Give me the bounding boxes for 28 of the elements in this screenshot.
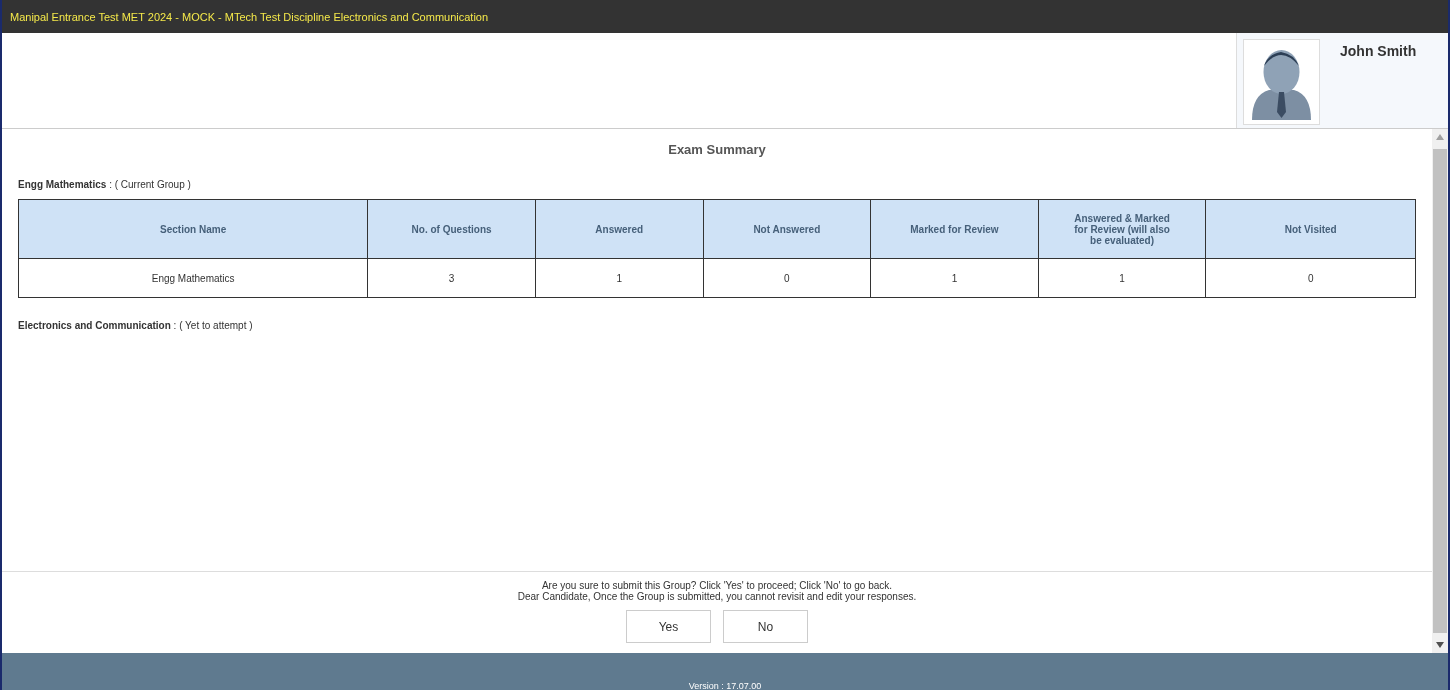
column-header: Section Name: [18, 199, 368, 259]
scroll-down-icon[interactable]: [1436, 642, 1444, 648]
table-cell: 0: [703, 258, 871, 298]
column-header: Not Answered: [703, 199, 871, 259]
table-cell: 3: [367, 258, 536, 298]
scrollbar-thumb[interactable]: [1433, 149, 1447, 633]
column-header: Not Visited: [1205, 199, 1416, 259]
column-header: Marked for Review: [870, 199, 1039, 259]
confirm-button[interactable]: Yes: [626, 610, 711, 643]
column-header: Answered: [535, 199, 703, 259]
avatar-icon: [1243, 39, 1320, 125]
table-cell: 1: [535, 258, 703, 298]
table-cell: Engg Mathematics: [18, 258, 368, 298]
table-cell: 1: [1038, 258, 1206, 298]
window-title: Manipal Entrance Test MET 2024 - MOCK - MTech Test Discipline Electronics and Communication: [2, 0, 1448, 33]
confirm-message: Dear Candidate, Once the Group is submitted, you cannot revisit and edit your responses.: [517, 591, 917, 602]
confirm-button[interactable]: No: [723, 610, 808, 643]
group-heading: Electronics and Communication : ( Yet to attempt ): [18, 320, 254, 331]
column-header: No. of Questions: [367, 199, 536, 259]
version-bar: Version : 17.07.00: [2, 653, 1448, 690]
column-header: Answered & Marked for Review (will also be evaluated): [1038, 199, 1206, 259]
table-cell: 1: [870, 258, 1039, 298]
candidate-name: John Smith: [1340, 43, 1417, 61]
summary-title: Exam Summary: [667, 142, 767, 157]
group-heading: Engg Mathematics : ( Current Group ): [18, 179, 192, 190]
scroll-up-icon[interactable]: [1436, 134, 1444, 140]
confirm-message: Are you sure to submit this Group? Click 'Yes' to proceed; Click 'No' to go back.: [541, 580, 893, 591]
table-cell: 0: [1205, 258, 1416, 298]
